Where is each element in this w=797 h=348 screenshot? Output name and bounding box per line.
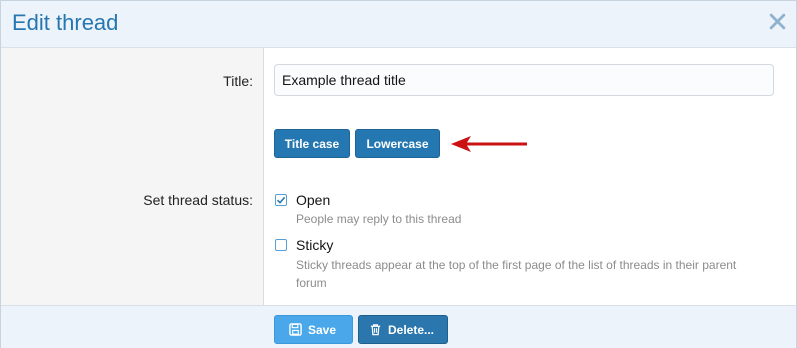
title-input[interactable] bbox=[274, 64, 774, 96]
annotation-arrow bbox=[451, 136, 527, 152]
open-option-hint: People may reply to this thread bbox=[296, 212, 462, 226]
save-button[interactable]: Save bbox=[274, 315, 353, 344]
edit-thread-dialog: Edit thread Title: Title case Lowercase … bbox=[0, 0, 797, 348]
dialog-title: Edit thread bbox=[12, 10, 119, 35]
open-checkbox[interactable] bbox=[275, 194, 287, 206]
delete-button[interactable]: Delete... bbox=[358, 315, 448, 344]
dialog-header: Edit thread bbox=[1, 1, 796, 48]
sticky-option-hint-line2: forum bbox=[296, 276, 327, 290]
sticky-option-label[interactable]: Sticky bbox=[296, 237, 333, 253]
title-label: Title: bbox=[223, 73, 253, 89]
trash-icon bbox=[370, 324, 381, 336]
close-icon[interactable] bbox=[766, 10, 788, 32]
save-button-label: Save bbox=[308, 322, 337, 337]
title-case-button[interactable]: Title case bbox=[274, 129, 350, 158]
lowercase-button[interactable]: Lowercase bbox=[355, 129, 440, 158]
checkmark-icon bbox=[276, 196, 286, 204]
sticky-checkbox[interactable] bbox=[275, 239, 287, 251]
open-option-label[interactable]: Open bbox=[296, 192, 330, 208]
thread-status-label: Set thread status: bbox=[143, 192, 253, 208]
sticky-option-hint-line1: Sticky threads appear at the top of the … bbox=[296, 258, 737, 272]
close-icon-glyph bbox=[769, 13, 785, 29]
save-icon bbox=[289, 323, 302, 336]
delete-button-label: Delete... bbox=[388, 322, 435, 337]
dialog-footer: Save Delete... bbox=[1, 305, 796, 348]
